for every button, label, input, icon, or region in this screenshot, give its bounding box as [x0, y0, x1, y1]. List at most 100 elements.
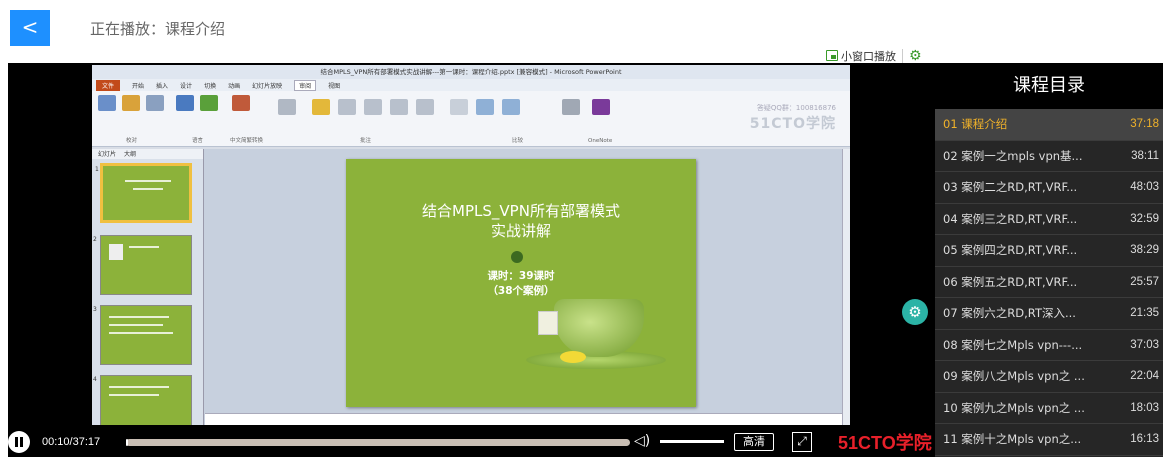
fullscreen-icon[interactable]: ⤢ — [792, 432, 812, 452]
catalog-item-duration: 37:18 — [1130, 118, 1159, 131]
thumb-tab-outline: 大纲 — [124, 151, 137, 158]
catalog-item[interactable]: 08 案例七之Mpls vpn---... 37:03 — [935, 330, 1163, 361]
catalog-title: 课程目录 — [935, 63, 1163, 109]
quality-button[interactable]: 高清 — [734, 433, 774, 451]
catalog-item-duration: 21:35 — [1130, 307, 1159, 320]
catalog-item-duration: 25:57 — [1130, 275, 1159, 288]
watermark: 答疑QQ群：100816876 51CTO学院 — [750, 103, 836, 133]
catalog-item-duration: 18:03 — [1130, 401, 1159, 414]
mini-window-label: 小窗口播放 — [841, 49, 896, 63]
slide-sub-line: （38个案例） — [487, 285, 555, 297]
divider — [902, 48, 903, 63]
onenote-icon — [592, 99, 610, 115]
lemon-image — [560, 351, 586, 363]
video-frame[interactable]: 结合MPLS_VPN所有部署模式实战讲解---第一课时：课程介绍.pptx [兼… — [92, 65, 850, 425]
catalog-item-title: 10 案例九之Mpls vpn之 ... — [943, 400, 1085, 415]
catalog-item-duration: 22:04 — [1130, 370, 1159, 383]
catalog-item-title: 11 案例十之Mpls vpn之... — [943, 432, 1082, 447]
video-player[interactable]: 结合MPLS_VPN所有部署模式实战讲解---第一课时：课程介绍.pptx [兼… — [8, 63, 935, 457]
watermark-logo: 51CTO学院 — [749, 116, 836, 132]
catalog-item[interactable]: 01 课程介绍 37:18 — [935, 109, 1163, 141]
ppt-scrollbar — [842, 149, 850, 425]
ribbon-group-label: 中文简繁转换 — [230, 138, 264, 144]
slide-sub-line: 课时：39课时 — [487, 270, 555, 282]
delete-comment-icon — [364, 99, 382, 115]
new-comment-icon — [312, 99, 330, 115]
ppt-tab: 切换 — [204, 82, 217, 90]
catalog-item-title: 09 案例八之Mpls vpn之 ... — [943, 369, 1085, 384]
ppt-tab: 插入 — [156, 82, 169, 90]
language-icon — [200, 95, 218, 111]
thesaurus-icon — [146, 95, 164, 111]
slide-thumbnail: 4 — [93, 375, 192, 425]
catalog-item[interactable]: 05 案例四之RD,RT,VRF... 38:29 — [935, 235, 1163, 267]
catalog-item-title: 03 案例二之RD,RT,VRF... — [943, 180, 1078, 195]
ribbon-group-label: 比较 — [512, 138, 524, 144]
edit-comment-icon — [338, 99, 356, 115]
ppt-tab: 幻灯片放映 — [252, 82, 283, 90]
notes-pane — [205, 413, 842, 425]
settings-gear-icon[interactable]: ⚙ — [909, 48, 922, 64]
volume-icon[interactable]: ◁) — [634, 433, 650, 449]
catalog-list: 01 课程介绍 37:18 02 案例一之mpls vpn基... 38:11 03 案… — [935, 109, 1163, 456]
ppt-tab-review: 审阅 — [294, 79, 317, 91]
catalog-item-duration: 37:03 — [1130, 338, 1159, 351]
catalog-item[interactable]: 06 案例五之RD,RT,VRF... 25:57 — [935, 267, 1163, 298]
next-comment-icon — [416, 99, 434, 115]
watermark-qq: 答疑QQ群：100816876 — [756, 104, 836, 112]
volume-slider[interactable] — [660, 440, 724, 443]
current-slide: 结合MPLS_VPN所有部署模式 实战讲解 课时：39课时 （38个案例） — [346, 159, 696, 407]
ribbon-group-label: 语言 — [192, 138, 204, 144]
page-title: 正在播放：课程介绍 — [90, 20, 226, 38]
catalog-item-title: 04 案例三之RD,RT,VRF... — [943, 211, 1078, 226]
ppt-title-bar: 结合MPLS_VPN所有部署模式实战讲解---第一课时：课程介绍.pptx [兼… — [92, 65, 850, 79]
ppt-tab: 动画 — [228, 82, 241, 90]
progress-bar[interactable] — [126, 439, 630, 446]
ppt-tab: 视图 — [328, 82, 341, 90]
catalog-item[interactable]: 02 案例一之mpls vpn基... 38:11 — [935, 141, 1163, 172]
spelling-icon — [98, 95, 116, 111]
slide-thumbnail: 1 — [95, 163, 192, 223]
catalog-item-duration: 48:03 — [1130, 181, 1159, 194]
settings-gear-icon[interactable]: ⚙ — [902, 299, 928, 325]
catalog-item[interactable]: 09 案例八之Mpls vpn之 ... 22:04 — [935, 361, 1163, 393]
catalog-item-title: 08 案例七之Mpls vpn---... — [943, 337, 1083, 352]
progress-fill — [126, 439, 129, 446]
ppt-ribbon-tabs: 文件 开始 插入 设计 切换 动画 幻灯片放映 审阅 视图 — [92, 79, 850, 91]
end-review-icon — [562, 99, 580, 115]
catalog-item-duration: 32:59 — [1130, 212, 1159, 225]
pause-button[interactable] — [8, 431, 30, 453]
ppt-window-title: 结合MPLS_VPN所有部署模式实战讲解---第一课时：课程介绍.pptx [兼… — [320, 68, 622, 76]
catalog-item[interactable]: 03 案例二之RD,RT,VRF... 48:03 — [935, 172, 1163, 204]
slide-title-line: 结合MPLS_VPN所有部署模式 — [422, 202, 620, 220]
catalog-item-duration: 38:11 — [1131, 149, 1159, 162]
page-header: < 正在播放：课程介绍 — [0, 0, 1163, 48]
slide-title-line: 实战讲解 — [490, 222, 551, 240]
ppt-workspace: 幻灯片 大纲 1 2 3 4 结合MPLS_VPN所有部署模式 实战讲解 课时：… — [92, 149, 850, 425]
mini-window-icon — [826, 50, 838, 61]
slide-thumbnail: 2 — [93, 235, 192, 295]
mini-toolbar: 小窗口播放 ⚙ — [826, 47, 922, 64]
reject-icon — [502, 99, 520, 115]
thumb-tabs: 幻灯片 大纲 — [92, 149, 203, 159]
back-button[interactable]: < — [10, 10, 50, 46]
playback-time: 00:10/37:17 — [42, 436, 101, 448]
catalog-item[interactable]: 11 案例十之Mpls vpn之... 16:13 — [935, 424, 1163, 456]
tea-cup-image — [554, 299, 644, 357]
ribbon-group-label: 校对 — [126, 138, 138, 144]
research-icon — [122, 95, 140, 111]
player-controls: 00:10/37:17 ◁) 高清 ⤢ 51CTO学院 — [8, 427, 935, 457]
slide-thumbnail-pane: 幻灯片 大纲 1 2 3 4 — [92, 149, 204, 425]
catalog-item-title: 06 案例五之RD,RT,VRF... — [943, 274, 1078, 289]
brand-logo: 51CTO学院 — [838, 433, 932, 453]
translate-icon — [176, 95, 194, 111]
cursor-dot — [511, 251, 523, 263]
catalog-item-duration: 38:29 — [1130, 244, 1159, 257]
catalog-item[interactable]: 07 案例六之RD,RT深入... 21:35 — [935, 298, 1163, 330]
mini-window-button[interactable]: 小窗口播放 — [826, 48, 896, 64]
show-markup-icon — [278, 99, 296, 115]
catalog-item-title: 01 课程介绍 — [943, 117, 1008, 132]
compare-icon — [450, 99, 468, 115]
catalog-item[interactable]: 04 案例三之RD,RT,VRF... 32:59 — [935, 204, 1163, 235]
catalog-item[interactable]: 10 案例九之Mpls vpn之 ... 18:03 — [935, 393, 1163, 424]
